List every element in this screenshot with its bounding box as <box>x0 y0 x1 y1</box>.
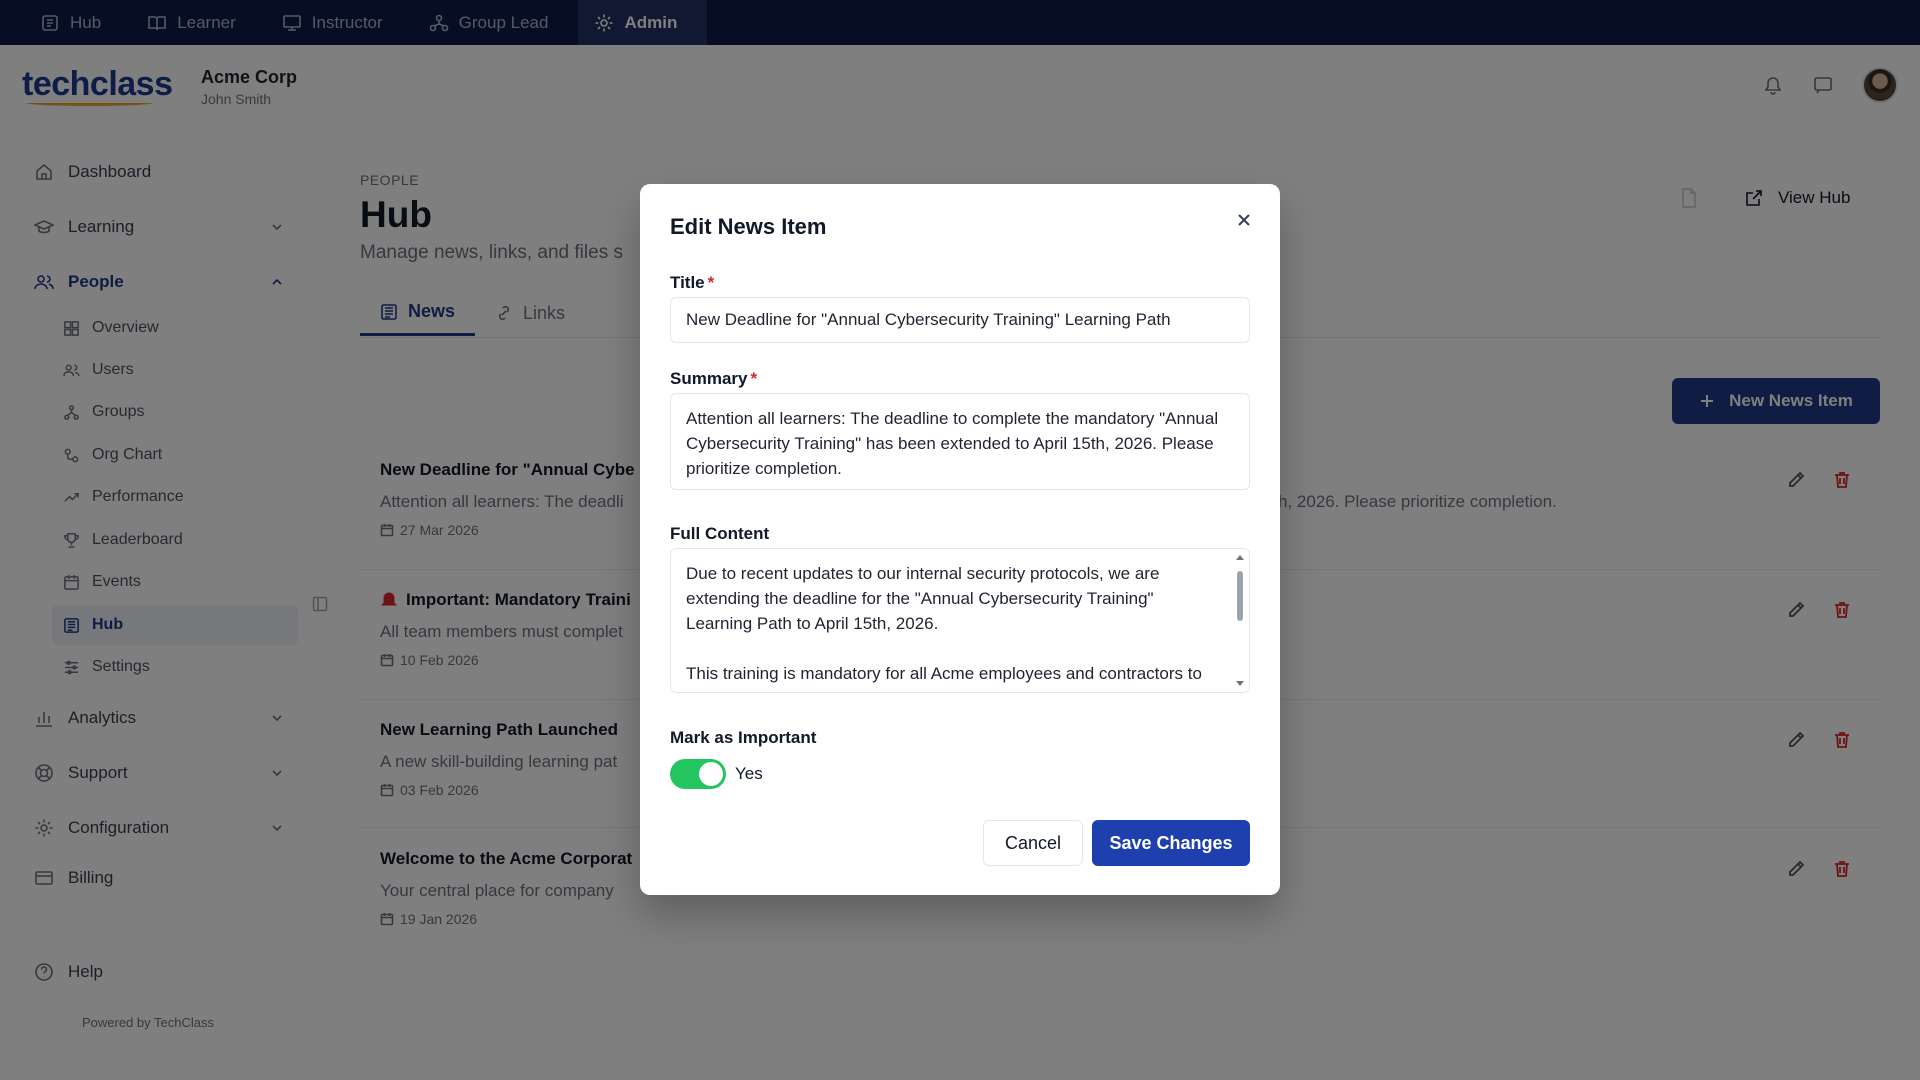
full-content-textarea[interactable]: Due to recent updates to our internal se… <box>670 548 1250 693</box>
content-label-text: Full Content <box>670 524 770 543</box>
important-field-label: Mark as Important <box>670 728 816 748</box>
close-button[interactable] <box>1230 206 1258 234</box>
required-asterisk: * <box>750 369 758 388</box>
scroll-up-arrow[interactable] <box>1236 555 1244 560</box>
required-asterisk: * <box>707 273 715 292</box>
title-input[interactable] <box>670 297 1250 343</box>
edit-news-item-dialog: Edit News Item Title* Summary* Attention… <box>640 184 1280 895</box>
save-changes-button[interactable]: Save Changes <box>1092 820 1250 866</box>
scrollbar[interactable] <box>1235 553 1245 688</box>
full-content-field-label: Full Content <box>670 524 769 544</box>
title-field-label: Title * <box>670 273 714 293</box>
title-label-text: Title <box>670 273 705 292</box>
content-paragraph: Due to recent updates to our internal se… <box>686 564 1160 633</box>
summary-field-label: Summary * <box>670 369 757 389</box>
cancel-button[interactable]: Cancel <box>983 820 1083 866</box>
important-label-text: Mark as Important <box>670 728 817 747</box>
scrollbar-thumb[interactable] <box>1237 571 1243 621</box>
scroll-down-arrow[interactable] <box>1236 681 1244 686</box>
toggle-knob <box>699 762 723 786</box>
summary-text: Attention all learners: The deadline to … <box>686 409 1219 478</box>
important-toggle[interactable] <box>670 759 726 789</box>
content-paragraph: This training is mandatory for all Acme … <box>686 664 1202 692</box>
summary-label-text: Summary <box>670 369 748 388</box>
summary-textarea[interactable]: Attention all learners: The deadline to … <box>670 393 1250 490</box>
toggle-state-label: Yes <box>735 764 763 783</box>
dialog-title: Edit News Item <box>670 214 827 239</box>
close-icon <box>1238 214 1250 226</box>
